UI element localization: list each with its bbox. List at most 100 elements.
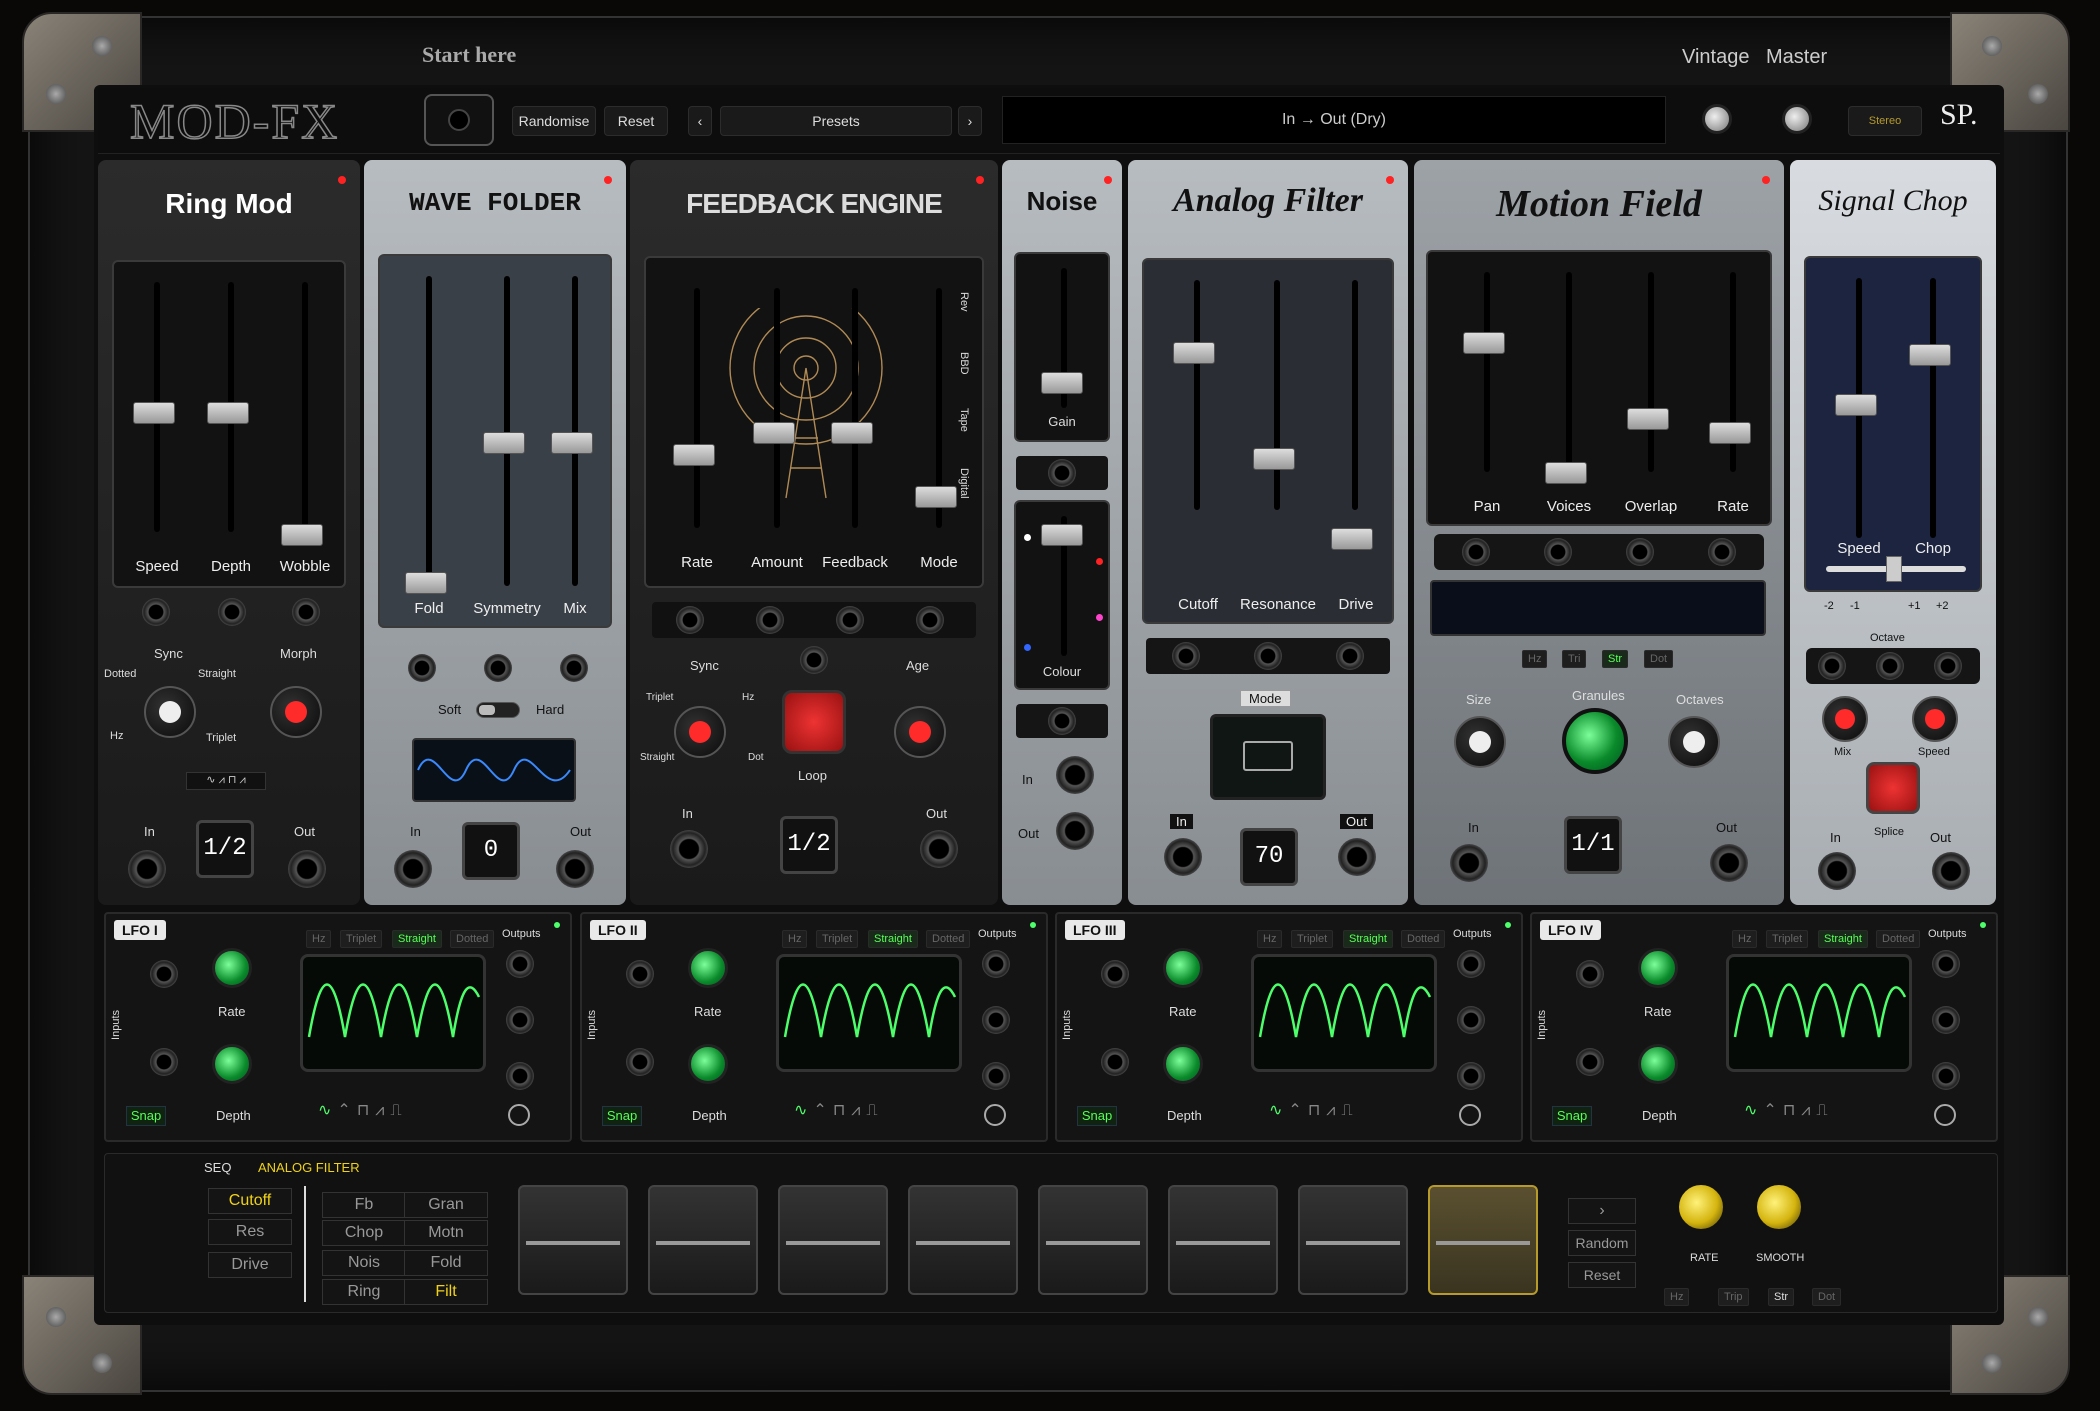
lfo-rate-knob[interactable]	[212, 948, 252, 988]
mod-jack[interactable]	[1934, 652, 1962, 680]
lfo-dotted-chip[interactable]: Dotted	[1401, 930, 1446, 948]
presets-dropdown[interactable]: Presets	[720, 106, 952, 136]
saw-icon[interactable]: ⩘	[1801, 1102, 1816, 1119]
seq-mod-chop[interactable]: Chop	[322, 1220, 406, 1246]
mix-slider[interactable]	[551, 432, 593, 454]
gain-jack[interactable]	[1048, 459, 1076, 487]
lfo-depth-knob[interactable]	[212, 1044, 252, 1084]
in-jack[interactable]	[394, 850, 432, 888]
resonance-slider[interactable]	[1253, 448, 1295, 470]
triangle-icon[interactable]: ⌃	[337, 1102, 356, 1119]
mod-jack[interactable]	[560, 654, 588, 682]
lfo-retrigger-icon[interactable]	[1934, 1104, 1956, 1126]
rate-slider[interactable]	[673, 444, 715, 466]
out-jack[interactable]	[920, 830, 958, 868]
lfo-triplet-chip[interactable]: Triplet	[1766, 930, 1809, 948]
lfo-snap-button[interactable]: Snap	[1552, 1106, 1592, 1126]
seq-mod-fold[interactable]: Fold	[404, 1250, 488, 1276]
lfo-hz-chip[interactable]: Hz	[1257, 930, 1283, 948]
master-toggle[interactable]: Master	[1766, 46, 1827, 69]
out-jack[interactable]	[1932, 852, 1970, 890]
out-jack[interactable]	[1338, 838, 1376, 876]
rate-hz-chip[interactable]: Hz	[1522, 650, 1548, 668]
splice-button[interactable]	[1866, 762, 1920, 814]
seq-mod-gran[interactable]: Gran	[404, 1192, 488, 1218]
lfo-output-jack[interactable]	[506, 950, 534, 978]
saw-icon[interactable]: ⩘	[851, 1102, 866, 1119]
amount-slider[interactable]	[753, 422, 795, 444]
seq-hz-chip[interactable]: Hz	[1664, 1288, 1690, 1306]
lfo-depth-knob[interactable]	[688, 1044, 728, 1084]
seq-step[interactable]	[1168, 1185, 1278, 1295]
mode-slider[interactable]	[915, 486, 957, 508]
rate-str-chip[interactable]: Str	[1602, 650, 1629, 668]
speed-knob[interactable]	[1912, 696, 1958, 742]
mod-jack[interactable]	[1626, 538, 1654, 566]
lfo-hz-chip[interactable]: Hz	[1732, 930, 1758, 948]
lfo-hz-chip[interactable]: Hz	[782, 930, 808, 948]
sine-icon[interactable]: ∿	[1269, 1102, 1288, 1119]
lfo-shape-select[interactable]: ∿⌃⊓⩘⎍	[318, 1100, 468, 1122]
seq-str-chip[interactable]: Str	[1768, 1288, 1795, 1306]
lfo-input-jack[interactable]	[626, 960, 654, 988]
lfo-dotted-chip[interactable]: Dotted	[450, 930, 495, 948]
seq-mod-nois[interactable]: Nois	[322, 1250, 406, 1276]
lfo-dotted-chip[interactable]: Dotted	[1876, 930, 1921, 948]
octave-slider[interactable]	[1826, 556, 1966, 582]
step-icon[interactable]: ⎍	[1816, 1102, 1833, 1119]
seq-reset-button[interactable]: Reset	[1568, 1262, 1636, 1288]
speed-slider[interactable]	[133, 402, 175, 424]
mod-jack[interactable]	[1818, 652, 1846, 680]
lfo-output-jack[interactable]	[1932, 1062, 1960, 1090]
seq-dot-chip[interactable]: Dot	[1812, 1288, 1842, 1306]
motion-display-value[interactable]: 1/1	[1564, 816, 1622, 874]
lfo-triplet-chip[interactable]: Triplet	[1291, 930, 1334, 948]
lfo-straight-chip[interactable]: Straight	[392, 930, 442, 948]
rate-slider[interactable]	[1709, 422, 1751, 444]
seq-mod-motn[interactable]: Motn	[404, 1220, 488, 1246]
lfo-triplet-chip[interactable]: Triplet	[340, 930, 383, 948]
mod-jack[interactable]	[218, 598, 246, 626]
granules-knob[interactable]	[1562, 708, 1628, 774]
preset-prev-button[interactable]: ‹	[688, 106, 712, 136]
in-jack[interactable]	[128, 850, 166, 888]
lfo-input-jack[interactable]	[1576, 960, 1604, 988]
seq-rate-knob[interactable]	[1676, 1182, 1726, 1232]
randomise-button[interactable]: Randomise	[512, 106, 596, 136]
square-icon[interactable]: ⊓	[1783, 1102, 1801, 1119]
mode-display[interactable]	[1210, 714, 1326, 800]
lfo-output-jack[interactable]	[1457, 1062, 1485, 1090]
symmetry-slider[interactable]	[483, 432, 525, 454]
out-jack[interactable]	[556, 850, 594, 888]
in-jack[interactable]	[670, 830, 708, 868]
sine-icon[interactable]: ∿	[1744, 1102, 1763, 1119]
loop-button[interactable]	[782, 690, 846, 754]
wave-select[interactable]: ∿ ⩘ ⊓ ⩘	[186, 772, 266, 790]
lfo-hz-chip[interactable]: Hz	[306, 930, 332, 948]
seq-step[interactable]	[908, 1185, 1018, 1295]
lfo-snap-button[interactable]: Snap	[602, 1106, 642, 1126]
step-icon[interactable]: ⎍	[390, 1102, 407, 1119]
mod-jack[interactable]	[676, 606, 704, 634]
lfo-input-jack[interactable]	[626, 1048, 654, 1076]
drive-slider[interactable]	[1331, 528, 1373, 550]
pan-slider[interactable]	[1463, 332, 1505, 354]
ringmod-display[interactable]: 1/2	[196, 820, 254, 878]
gain-slider[interactable]	[1041, 372, 1083, 394]
lfo-depth-knob[interactable]	[1638, 1044, 1678, 1084]
depth-slider[interactable]	[207, 402, 249, 424]
lfo-shape-select[interactable]: ∿⌃⊓⩘⎍	[1744, 1100, 1894, 1122]
lfo-output-jack[interactable]	[506, 1006, 534, 1034]
feedback-slider[interactable]	[831, 422, 873, 444]
mod-jack[interactable]	[292, 598, 320, 626]
sine-icon[interactable]: ∿	[318, 1102, 337, 1119]
seq-smooth-knob[interactable]	[1754, 1182, 1804, 1232]
vintage-toggle[interactable]: Vintage	[1682, 46, 1749, 69]
seq-mod-ring[interactable]: Ring	[322, 1279, 406, 1305]
lfo-snap-button[interactable]: Snap	[1077, 1106, 1117, 1126]
size-knob[interactable]	[1454, 716, 1506, 768]
seq-step[interactable]	[518, 1185, 628, 1295]
seq-mod-fb[interactable]: Fb	[322, 1192, 406, 1218]
mod-jack[interactable]	[756, 606, 784, 634]
sync-knob[interactable]	[674, 706, 726, 758]
